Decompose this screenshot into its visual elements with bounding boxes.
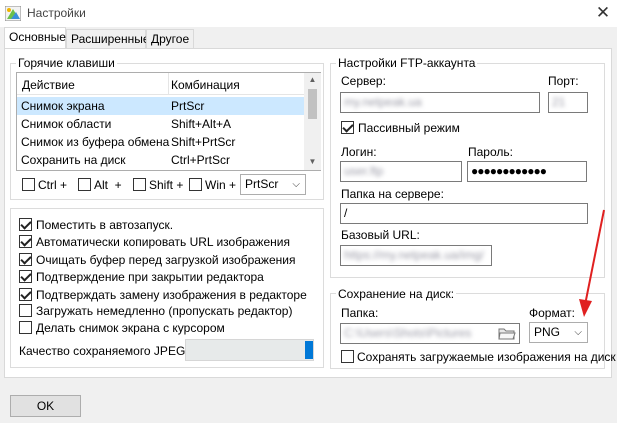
clear-clipboard-label: Очищать буфер перед загрузкой изображени… — [36, 253, 296, 267]
ok-button-label: OK — [36, 399, 55, 413]
server-input[interactable]: my.netpeak.ua — [340, 92, 540, 113]
chevron-down-icon: ⌵ — [574, 327, 582, 338]
column-header-action[interactable]: Действие — [22, 78, 75, 92]
app-icon — [4, 5, 22, 22]
confirm-replace-label: Подтверждать замену изображения в редакт… — [36, 288, 307, 302]
format-select-value: PNG — [534, 325, 561, 339]
copy-url-checkbox[interactable] — [19, 235, 32, 248]
list-item-combo: PrtScr — [171, 99, 205, 113]
passive-mode-label: Пассивный режим — [358, 121, 460, 135]
server-folder-label: Папка на сервере: — [341, 187, 444, 201]
save-uploaded-label: Сохранять загружаемые изображения на дис… — [357, 350, 616, 364]
scroll-thumb[interactable] — [308, 89, 317, 119]
slider-thumb[interactable] — [305, 341, 313, 359]
ctrl-checkbox[interactable] — [22, 178, 35, 191]
shift-label: Shift + — [149, 178, 184, 192]
tab-label: Другое — [151, 32, 190, 46]
list-item-action: Снимок из буфера обмена — [21, 135, 170, 149]
confirm-close-checkbox[interactable] — [19, 270, 32, 283]
upload-immediately-label: Загружать немедленно (пропускать редакто… — [36, 304, 293, 318]
disk-folder-input[interactable]: C:\Users\Shots\Pictures — [340, 323, 520, 344]
clear-clipboard-checkbox[interactable] — [19, 253, 32, 266]
tab-label: Основные — [9, 30, 66, 44]
list-item[interactable]: Снимок из буфера обмена Shift+PrtScr — [17, 133, 304, 151]
tab-other[interactable]: Другое — [146, 29, 194, 49]
jpeg-quality-slider[interactable] — [185, 339, 314, 361]
tab-label: Расширенные — [71, 32, 150, 46]
port-value: 21 — [552, 95, 566, 109]
server-label: Сервер: — [341, 74, 386, 88]
hotkeys-group-title: Горячие клавиши — [16, 56, 117, 70]
autostart-checkbox[interactable] — [19, 218, 32, 231]
port-label: Порт: — [548, 74, 579, 88]
list-item-action: Сохранить на диск — [21, 153, 126, 167]
list-scrollbar[interactable]: ▲ ▼ — [304, 73, 321, 170]
folder-icon[interactable] — [498, 326, 516, 341]
base-url-label: Базовый URL: — [341, 228, 420, 242]
tab-general[interactable]: Основные — [4, 27, 66, 49]
upload-immediately-checkbox[interactable] — [19, 304, 32, 317]
list-item-combo: Ctrl+PrtScr — [171, 153, 231, 167]
window-title: Настройки — [27, 6, 86, 20]
alt-label: Alt + — [94, 178, 122, 192]
copy-url-label: Автоматически копировать URL изображения — [36, 235, 290, 249]
list-item[interactable]: Снимок экрана PrtScr — [17, 97, 304, 115]
autostart-label: Поместить в автозапуск. — [36, 218, 174, 232]
hotkeys-list[interactable]: Действие Комбинация Снимок экрана PrtScr… — [16, 72, 321, 171]
port-input[interactable]: 21 — [548, 92, 588, 113]
login-input[interactable]: user.ftp — [340, 161, 462, 182]
key-select-value: PrtScr — [245, 177, 279, 191]
base-url-value: https://my.netpeak.ua/img/ — [344, 248, 484, 262]
list-item-action: Снимок экрана — [21, 99, 105, 113]
password-input[interactable]: ●●●●●●●●●●●● — [467, 161, 587, 182]
list-item-action: Снимок области — [21, 117, 112, 131]
ok-button[interactable]: OK — [10, 395, 81, 417]
close-icon[interactable]: ✕ — [590, 1, 616, 25]
column-header-combo[interactable]: Комбинация — [171, 78, 240, 92]
password-label: Пароль: — [468, 145, 513, 159]
list-item[interactable]: Снимок области Shift+Alt+A — [17, 115, 304, 133]
confirm-replace-checkbox[interactable] — [19, 288, 32, 301]
login-value: user.ftp — [344, 164, 384, 178]
server-folder-value: / — [344, 206, 348, 220]
list-item[interactable]: Сохранить на диск Ctrl+PrtScr — [17, 151, 304, 169]
capture-cursor-label: Делать снимок экрана с курсором — [36, 321, 225, 335]
scroll-up-icon[interactable]: ▲ — [304, 75, 321, 84]
passive-mode-checkbox[interactable] — [341, 121, 354, 134]
server-folder-input[interactable]: / — [340, 203, 588, 224]
list-item-combo: Shift+Alt+A — [171, 117, 232, 131]
ftp-group-title: Настройки FTP-аккаунта — [336, 56, 478, 70]
tab-advanced[interactable]: Расширенные — [66, 29, 150, 49]
list-item-combo: Shift+PrtScr — [171, 135, 236, 149]
login-label: Логин: — [341, 145, 377, 159]
disk-folder-value: C:\Users\Shots\Pictures — [344, 326, 472, 340]
password-value: ●●●●●●●●●●●● — [471, 164, 547, 178]
shift-checkbox[interactable] — [133, 178, 146, 191]
win-checkbox[interactable] — [189, 178, 202, 191]
disk-folder-label: Папка: — [341, 306, 379, 320]
jpeg-quality-label: Качество сохраняемого JPEG: — [19, 344, 189, 358]
alt-checkbox[interactable] — [78, 178, 91, 191]
confirm-close-label: Подтверждение при закрытии редактора — [36, 270, 264, 284]
scroll-down-icon[interactable]: ▼ — [304, 157, 321, 166]
annotation-arrow-icon — [579, 209, 605, 317]
disk-save-group-title: Сохранение на диск: — [336, 287, 457, 301]
format-select[interactable]: PNG ⌵ — [529, 322, 588, 343]
ctrl-label: Ctrl + — [38, 178, 68, 192]
server-value: my.netpeak.ua — [344, 95, 422, 109]
chevron-down-icon: ⌵ — [292, 179, 300, 190]
capture-cursor-checkbox[interactable] — [19, 321, 32, 334]
base-url-input[interactable]: https://my.netpeak.ua/img/ — [340, 245, 492, 266]
list-header: Действие Комбинация — [17, 73, 304, 95]
key-select[interactable]: PrtScr ⌵ — [240, 174, 306, 195]
title-bar: Настройки ✕ — [0, 0, 617, 27]
save-uploaded-checkbox[interactable] — [341, 350, 354, 363]
win-label: Win + — [205, 178, 237, 192]
